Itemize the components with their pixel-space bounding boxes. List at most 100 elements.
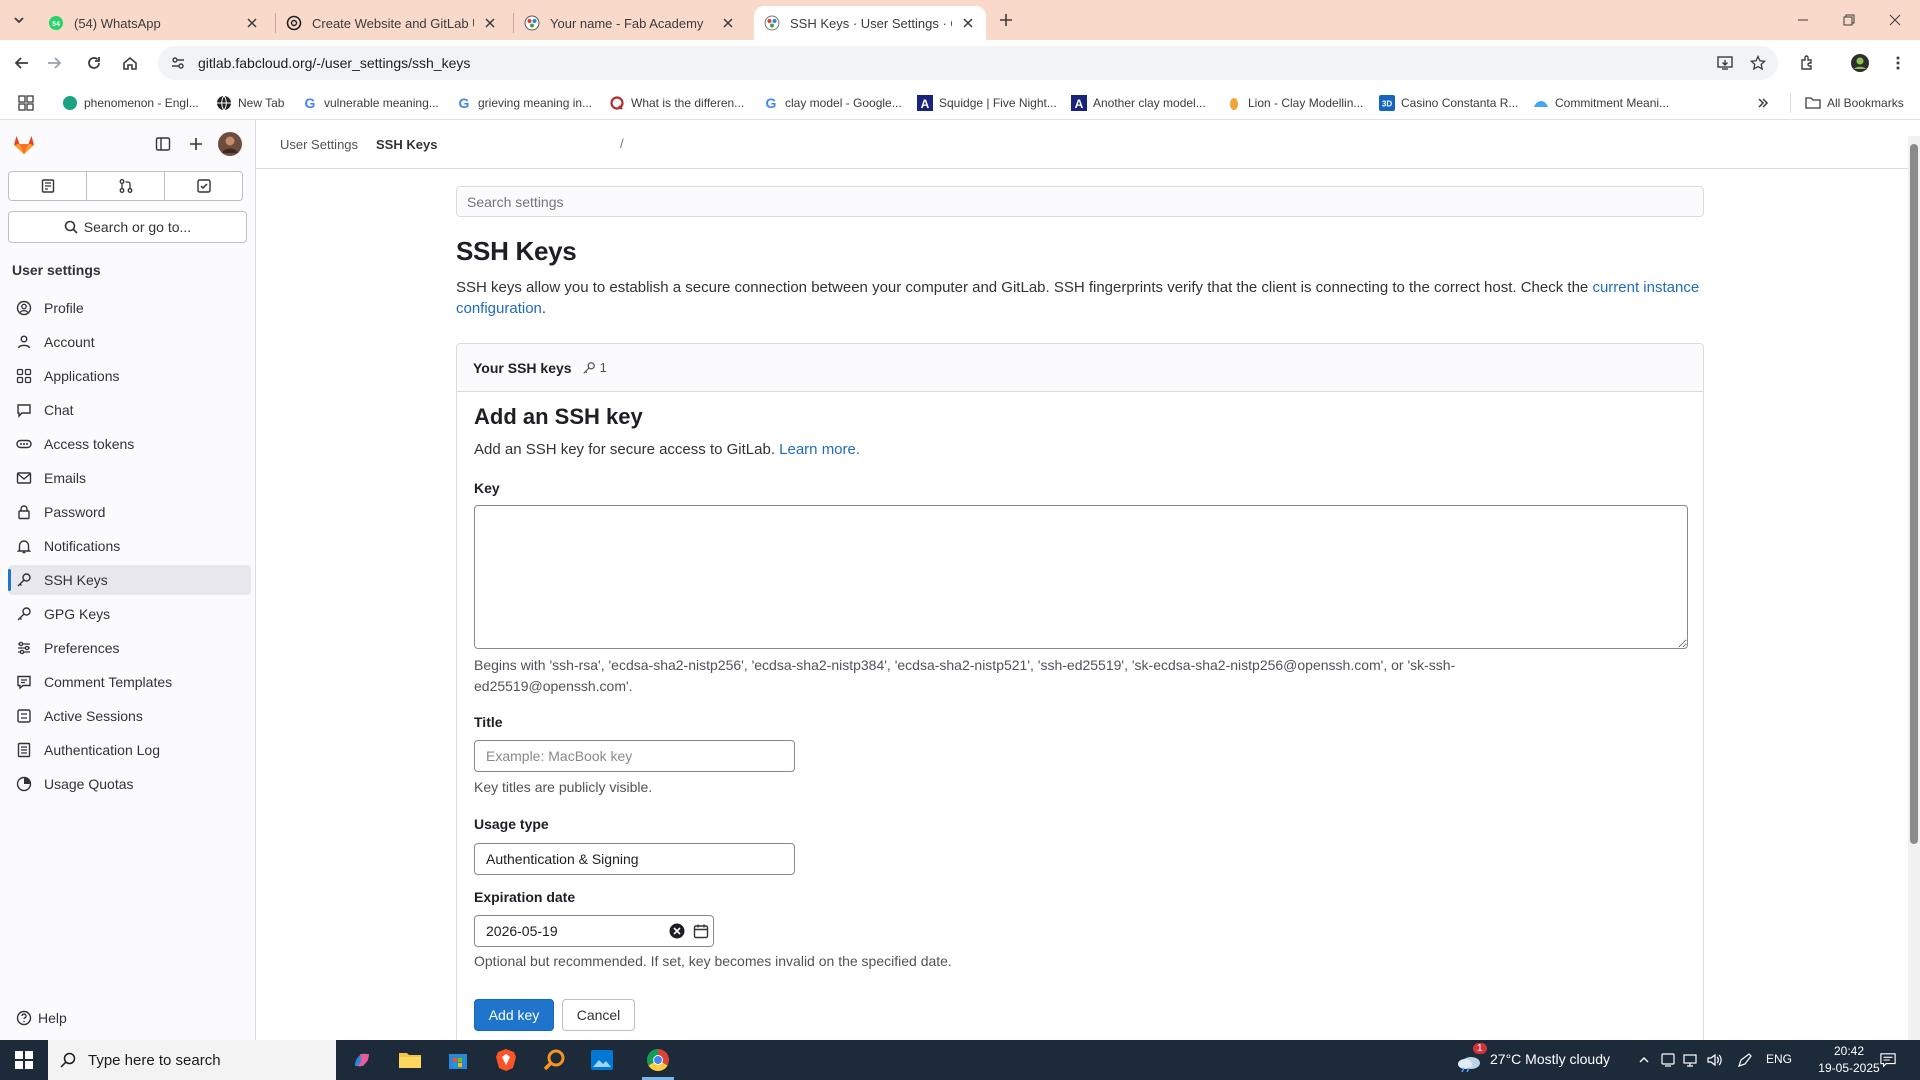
sidebar-item-usage-quotas[interactable]: Usage Quotas — [8, 769, 251, 799]
sidebar-item-chat[interactable]: Chat — [8, 395, 251, 425]
cancel-button[interactable]: Cancel — [562, 999, 635, 1031]
taskbar-file-explorer[interactable] — [386, 1040, 434, 1080]
svg-text:3D: 3D — [1382, 100, 1392, 109]
profile-avatar-icon[interactable] — [1848, 51, 1872, 75]
sidebar-item-preferences[interactable]: Preferences — [8, 633, 251, 663]
reload-button[interactable] — [82, 51, 106, 75]
tab-search-button[interactable] — [8, 9, 30, 31]
calendar-icon[interactable] — [693, 923, 709, 939]
more-bookmarks-icon[interactable] — [1756, 93, 1770, 113]
new-tab-button[interactable] — [994, 8, 1018, 32]
apps-grid-icon[interactable] — [18, 93, 34, 113]
sidebar-item-account[interactable]: Account — [8, 327, 251, 357]
bookmark-item[interactable]: What is the differen... — [609, 93, 744, 113]
bookmark-item[interactable]: 3D Casino Constanta R... — [1379, 93, 1518, 113]
install-app-icon[interactable] — [1710, 46, 1740, 80]
usage-type-select[interactable]: Authentication & Signing — [474, 843, 795, 875]
browser-menu-icon[interactable] — [1886, 51, 1910, 75]
breadcrumb-ssh-keys[interactable]: SSH Keys — [376, 137, 437, 152]
weather-text[interactable]: 27°C Mostly cloudy — [1490, 1051, 1610, 1067]
sidebar-item-notifications[interactable]: Notifications — [8, 531, 251, 561]
start-button[interactable] — [0, 1040, 48, 1080]
close-icon[interactable] — [960, 15, 976, 31]
key-textarea[interactable] — [474, 505, 1688, 649]
scrollbar-thumb[interactable] — [1910, 144, 1918, 844]
card-header: Your SSH keys 1 — [457, 344, 1703, 392]
sidebar-item-applications[interactable]: Applications — [8, 361, 251, 391]
toggle-sidebar-icon[interactable] — [151, 132, 175, 156]
page-scrollbar[interactable] — [1908, 136, 1920, 1040]
clock-time[interactable]: 20:42 — [1816, 1044, 1882, 1058]
home-button[interactable] — [118, 51, 142, 75]
meet-now-icon[interactable] — [1660, 1052, 1676, 1068]
tab-chatgpt[interactable]: Create Website and GitLab Uplo — [276, 6, 508, 40]
tab-whatsapp[interactable]: 54 (54) WhatsApp — [38, 6, 270, 40]
sidebar-item-emails[interactable]: Emails — [8, 463, 251, 493]
squidge-a-icon: A — [917, 95, 933, 111]
bookmark-item[interactable]: G vulnerable meaning... — [302, 93, 439, 113]
bookmark-item[interactable]: G clay model - Google... — [763, 93, 902, 113]
key-icon — [582, 361, 595, 374]
merge-requests-button[interactable] — [86, 171, 165, 201]
taskbar-chrome[interactable] — [634, 1040, 682, 1080]
site-info-icon[interactable] — [170, 55, 186, 71]
sidebar-item-comment-templates[interactable]: Comment Templates — [8, 667, 251, 697]
add-key-button[interactable]: Add key — [474, 999, 554, 1031]
search-settings-input[interactable] — [456, 186, 1704, 217]
create-new-icon[interactable] — [184, 132, 208, 156]
taskbar-photo-app[interactable] — [578, 1040, 626, 1080]
taskbar-search-app[interactable] — [530, 1040, 578, 1080]
gitlab-tanuki-icon[interactable] — [12, 132, 36, 156]
bookmark-item[interactable]: A Squidge | Five Night... — [917, 93, 1057, 113]
taskbar-copilot[interactable] — [338, 1040, 386, 1080]
bookmark-item[interactable]: phenomenon - Engl... — [62, 93, 199, 113]
user-avatar[interactable] — [218, 132, 242, 156]
todos-button[interactable] — [164, 171, 243, 201]
address-bar[interactable]: gitlab.fabcloud.org/-/user_settings/ssh_… — [158, 46, 1778, 80]
close-icon[interactable] — [720, 15, 736, 31]
bookmark-item[interactable]: Lion - Clay Modellin... — [1226, 93, 1363, 113]
breadcrumb-user-settings[interactable]: User Settings — [280, 137, 358, 152]
sidebar-item-profile[interactable]: Profile — [8, 293, 251, 323]
sidebar-item-ssh-keys[interactable]: SSH Keys — [8, 565, 251, 595]
close-icon[interactable] — [244, 15, 260, 31]
breadcrumb: User Settings / SSH Keys — [256, 120, 1908, 169]
all-bookmarks-button[interactable]: All Bookmarks — [1805, 93, 1904, 113]
network-icon[interactable] — [1683, 1052, 1699, 1068]
sidebar-item-label: Authentication Log — [44, 742, 160, 758]
sidebar-item-access-tokens[interactable]: Access tokens — [8, 429, 251, 459]
restore-button[interactable] — [1826, 0, 1872, 40]
search-or-go-to-button[interactable]: Search or go to... — [8, 211, 247, 243]
issues-button[interactable] — [8, 171, 87, 201]
bookmark-item[interactable]: New Tab — [216, 93, 284, 113]
tab-fab-academy[interactable]: Your name - Fab Academy — [514, 6, 746, 40]
bookmark-item[interactable]: Commitment Meani... — [1533, 93, 1669, 113]
title-input[interactable] — [474, 740, 795, 772]
taskbar-brave[interactable] — [482, 1040, 530, 1080]
learn-more-link[interactable]: Learn more. — [779, 441, 860, 458]
chevron-up-icon[interactable] — [1636, 1052, 1652, 1068]
close-window-button[interactable] — [1872, 0, 1918, 40]
sidebar-item-gpg-keys[interactable]: GPG Keys — [8, 599, 251, 629]
volume-icon[interactable] — [1706, 1052, 1722, 1068]
minimize-button[interactable] — [1780, 0, 1826, 40]
sidebar-item-authentication-log[interactable]: Authentication Log — [8, 735, 251, 765]
taskbar-microsoft-store[interactable] — [434, 1040, 482, 1080]
close-icon[interactable] — [482, 15, 498, 31]
expiration-date-input[interactable]: 2026-05-19 — [474, 915, 714, 947]
notifications-icon[interactable] — [1880, 1052, 1896, 1068]
bookmark-item[interactable]: G grieving meaning in... — [456, 93, 593, 113]
sidebar-item-active-sessions[interactable]: Active Sessions — [8, 701, 251, 731]
extensions-icon[interactable] — [1796, 51, 1820, 75]
back-button[interactable] — [10, 51, 34, 75]
bookmark-item[interactable]: A Another clay model... — [1071, 93, 1206, 113]
bookmark-star-icon[interactable] — [1743, 46, 1773, 80]
help-button[interactable]: Help — [16, 1010, 67, 1026]
forward-button[interactable] — [42, 51, 66, 75]
taskbar-search-box[interactable]: Type here to search — [48, 1040, 336, 1080]
pen-icon[interactable] — [1737, 1052, 1753, 1068]
input-language[interactable]: ENG — [1766, 1052, 1792, 1066]
clear-date-icon[interactable] — [669, 923, 685, 939]
sidebar-item-password[interactable]: Password — [8, 497, 251, 527]
tab-gitlab-ssh-keys[interactable]: SSH Keys · User Settings · GitLab — [754, 6, 986, 40]
